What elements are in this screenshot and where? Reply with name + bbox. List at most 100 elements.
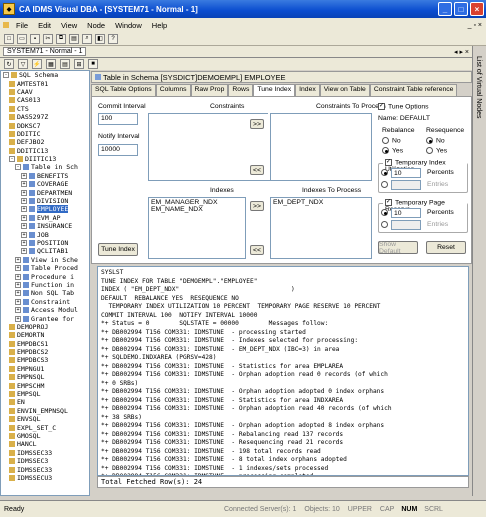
menu-file[interactable]: File (11, 21, 33, 30)
expand-icon[interactable]: ⊞ (74, 59, 84, 69)
add-constraint-button[interactable]: >> (250, 119, 264, 129)
show-default-button[interactable]: Show Default (378, 241, 418, 255)
tab-tune-index[interactable]: Tune Index (253, 84, 296, 96)
expand-icon[interactable]: + (21, 189, 27, 196)
tree-item[interactable]: + POSITION (1, 239, 89, 247)
tree-item[interactable]: EMPSCHM (1, 381, 89, 390)
expand-icon[interactable]: + (21, 248, 27, 255)
index-item[interactable]: EM_MANAGER_NDX (151, 199, 243, 206)
tree-item[interactable]: HANCL (1, 440, 89, 448)
notify-interval-input[interactable]: 10000 (98, 144, 138, 156)
tree-item[interactable]: EMPNGU1 (1, 365, 89, 373)
menu-help[interactable]: Help (147, 21, 172, 30)
virtual-nodes-strip[interactable]: List of Virtual Nodes (472, 46, 486, 496)
tpr-entries-input[interactable] (391, 220, 421, 230)
tab-view-on-table[interactable]: View on Table (319, 84, 370, 96)
constraints-to-process-list[interactable] (270, 113, 372, 181)
tree-item[interactable]: + DIVISION (1, 197, 89, 205)
tab-index[interactable]: Index (295, 84, 320, 96)
menu-window[interactable]: Window (110, 21, 147, 30)
copy-icon[interactable]: ⧉ (56, 33, 66, 44)
tree-item[interactable]: + Constraint (1, 298, 89, 306)
tree-item[interactable]: IDMSSEC33 (1, 449, 89, 457)
tree-item[interactable]: + COVERAGE (1, 180, 89, 188)
cut-icon[interactable]: ✂ (43, 33, 53, 44)
tree-item[interactable]: + EVM_AP (1, 214, 89, 222)
resequence-no-radio[interactable]: No (426, 137, 445, 144)
tree-item[interactable]: + JOB (1, 230, 89, 239)
indexes-to-process-list[interactable]: EM_DEPT_NDX (270, 197, 372, 259)
tpr-value-input[interactable]: 10 (391, 208, 421, 218)
menu-edit[interactable]: Edit (33, 21, 56, 30)
tree-item[interactable]: + Access Modul (1, 306, 89, 314)
tree-item[interactable]: DAS5297Z (1, 113, 89, 121)
tree-item[interactable]: DEMOPROJ (1, 323, 89, 331)
table-icon[interactable]: ▦ (46, 59, 56, 69)
tpr-percents-radio[interactable] (381, 209, 391, 216)
tree-item[interactable]: + EMPLOYEE (1, 205, 89, 214)
tree-item[interactable]: - SQL Schema (1, 71, 89, 79)
tree-item[interactable]: + QCLITAB1 (1, 247, 89, 255)
expand-icon[interactable]: + (21, 231, 27, 238)
tiu-entries-input[interactable] (391, 180, 421, 190)
tree-item[interactable]: - Table in Sch (1, 163, 89, 171)
commit-interval-input[interactable]: 100 (98, 113, 138, 125)
tab-constraint-table-reference[interactable]: Constraint Table reference (369, 84, 458, 96)
doc-tab[interactable]: SYSTEM71 - Normal - 1 (3, 47, 87, 56)
new-icon[interactable]: □ (4, 33, 14, 44)
expand-icon[interactable]: + (15, 281, 21, 288)
tree-item[interactable]: + DEPARTMEN (1, 188, 89, 197)
expand-icon[interactable]: + (21, 198, 27, 205)
properties-icon[interactable]: ◧ (95, 33, 105, 44)
expand-icon[interactable]: + (21, 214, 27, 221)
expand-icon[interactable]: + (21, 181, 27, 188)
tree-item[interactable]: EN (1, 398, 89, 406)
tree-item[interactable]: DEFJBO2 (1, 138, 89, 146)
tree-item[interactable]: IDMSSEC3 (1, 457, 89, 465)
tree-item[interactable]: AMTEST01 (1, 79, 89, 88)
tree-item[interactable]: + BENEFITS (1, 172, 89, 180)
tree-item[interactable]: CTS (1, 105, 89, 113)
expand-icon[interactable]: + (15, 315, 21, 322)
tab-rows[interactable]: Rows (228, 84, 254, 96)
remove-constraint-button[interactable]: << (250, 165, 264, 175)
doc-tab-controls[interactable]: ◂ ▸ × (454, 48, 469, 56)
mdi-controls[interactable]: _ ▫ × (468, 22, 482, 29)
tune-index-button[interactable]: Tune Index (98, 243, 138, 256)
collapse-icon[interactable]: - (9, 156, 15, 163)
expand-icon[interactable]: + (15, 273, 21, 280)
tree-item[interactable]: + Table Proced (1, 264, 89, 272)
minimize-button[interactable]: _ (438, 2, 452, 16)
tree-item[interactable]: DDKSC7 (1, 121, 89, 130)
tree-item[interactable]: DDITIC13 (1, 147, 89, 155)
tab-raw-prop[interactable]: Raw Prop (190, 84, 229, 96)
expand-icon[interactable]: + (15, 290, 21, 297)
maximize-button[interactable]: □ (454, 2, 468, 16)
index-item[interactable]: EM_NAME_NDX (151, 206, 243, 213)
tree-item[interactable]: EMPDBCS3 (1, 356, 89, 364)
tree-item[interactable]: + Procedure i (1, 272, 89, 281)
tree-item[interactable]: DDITIC (1, 130, 89, 138)
close-button[interactable]: × (470, 2, 484, 16)
tiu-entries-radio[interactable] (381, 181, 391, 188)
menu-view[interactable]: View (56, 21, 82, 30)
tree-item[interactable]: EMPSQL (1, 390, 89, 398)
open-icon[interactable]: ▭ (17, 33, 27, 44)
refresh-icon[interactable]: ↻ (4, 59, 14, 69)
tree-item[interactable]: DEMORTN (1, 331, 89, 339)
tiu-percents-radio[interactable] (381, 169, 391, 176)
tree-item[interactable]: EMPDBCS2 (1, 348, 89, 356)
paste-icon[interactable]: ▤ (69, 33, 79, 44)
expand-icon[interactable]: + (15, 265, 21, 272)
resequence-yes-radio[interactable]: Yes (426, 147, 447, 154)
tree-item[interactable]: CAS013 (1, 96, 89, 104)
tree-item[interactable]: EMPNSQL (1, 373, 89, 381)
tree-item[interactable]: - DIITIC13 (1, 155, 89, 163)
tree-item[interactable]: + View in Sche (1, 256, 89, 264)
output-log[interactable]: SYSLST TUNE INDEX FOR TABLE "DEMOEMPL"."E… (97, 266, 469, 476)
help-icon[interactable]: ? (108, 33, 118, 44)
schema-tree[interactable]: - SQL Schema AMTEST01 CAAV CAS013 CTS DAS5297Z… (0, 70, 90, 496)
tree-item[interactable]: EMPDBCS1 (1, 340, 89, 348)
tune-options-checkbox[interactable]: ✓ Tune Options (378, 103, 429, 110)
tree-item[interactable]: GMOSQL (1, 432, 89, 440)
